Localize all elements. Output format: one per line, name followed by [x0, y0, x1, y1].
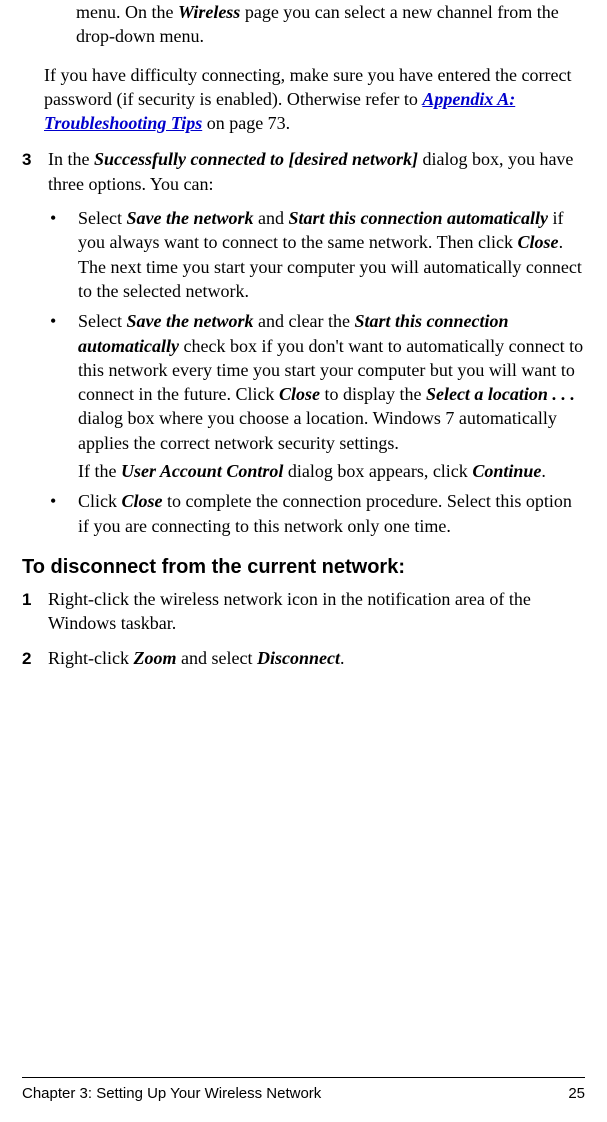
- step-number: 1: [22, 587, 48, 636]
- text: Right-click the wireless network icon in…: [48, 589, 531, 633]
- footer-chapter: Chapter 3: Setting Up Your Wireless Netw…: [22, 1084, 321, 1104]
- step-number: 2: [22, 646, 48, 671]
- text: to display the: [320, 384, 426, 404]
- difficulty-paragraph: If you have difficulty connecting, make …: [22, 63, 585, 136]
- continue-label: Continue: [472, 461, 541, 481]
- text: Select: [78, 208, 126, 228]
- text: If the: [78, 461, 121, 481]
- close-label: Close: [518, 232, 559, 252]
- select-location-label: Select a location . . .: [426, 384, 575, 404]
- text: and: [254, 208, 289, 228]
- step-number: 3: [22, 147, 48, 196]
- text: on page 73.: [202, 113, 290, 133]
- step-body: Right-click the wireless network icon in…: [48, 587, 585, 636]
- text: Click: [78, 491, 122, 511]
- close-label: Close: [122, 491, 163, 511]
- step-3: 3 In the Successfully connected to [desi…: [22, 147, 585, 196]
- step-body: Right-click Zoom and select Disconnect.: [48, 646, 585, 671]
- save-network-label: Save the network: [126, 311, 253, 331]
- text: .: [541, 461, 546, 481]
- disconnect-label: Disconnect: [257, 648, 340, 668]
- disconnect-heading: To disconnect from the current network:: [22, 554, 585, 581]
- disconnect-step-2: 2 Right-click Zoom and select Disconnect…: [22, 646, 585, 671]
- uac-label: User Account Control: [121, 461, 283, 481]
- wireless-label: Wireless: [178, 2, 240, 22]
- text: menu. On the: [76, 2, 178, 22]
- text: In the: [48, 149, 94, 169]
- close-label: Close: [279, 384, 320, 404]
- text: .: [340, 648, 345, 668]
- disconnect-step-1: 1 Right-click the wireless network icon …: [22, 587, 585, 636]
- options-bullet-list: Select Save the network and Start this c…: [22, 206, 585, 538]
- page-content: menu. On the Wireless page you can selec…: [22, 0, 585, 1077]
- document-page: menu. On the Wireless page you can selec…: [0, 0, 607, 1122]
- footer-page-number: 25: [568, 1084, 585, 1104]
- page-footer: Chapter 3: Setting Up Your Wireless Netw…: [22, 1077, 585, 1122]
- step-body: In the Successfully connected to [desire…: [48, 147, 585, 196]
- text: dialog box appears, click: [283, 461, 472, 481]
- top-continuation-paragraph: menu. On the Wireless page you can selec…: [22, 0, 585, 49]
- save-network-label: Save the network: [126, 208, 253, 228]
- bullet-item-1: Select Save the network and Start this c…: [50, 206, 585, 303]
- text: and clear the: [254, 311, 355, 331]
- text: Right-click: [48, 648, 133, 668]
- bullet-item-2: Select Save the network and clear the St…: [50, 309, 585, 483]
- dialog-name: Successfully connected to [desired netwo…: [94, 149, 418, 169]
- text: dialog box where you choose a location. …: [78, 408, 557, 452]
- text: Select: [78, 311, 126, 331]
- zoom-label: Zoom: [133, 648, 176, 668]
- text: and select: [176, 648, 256, 668]
- start-auto-label: Start this connection automatically: [289, 208, 549, 228]
- uac-paragraph: If the User Account Control dialog box a…: [78, 459, 585, 483]
- bullet-item-3: Click Close to complete the connection p…: [50, 489, 585, 538]
